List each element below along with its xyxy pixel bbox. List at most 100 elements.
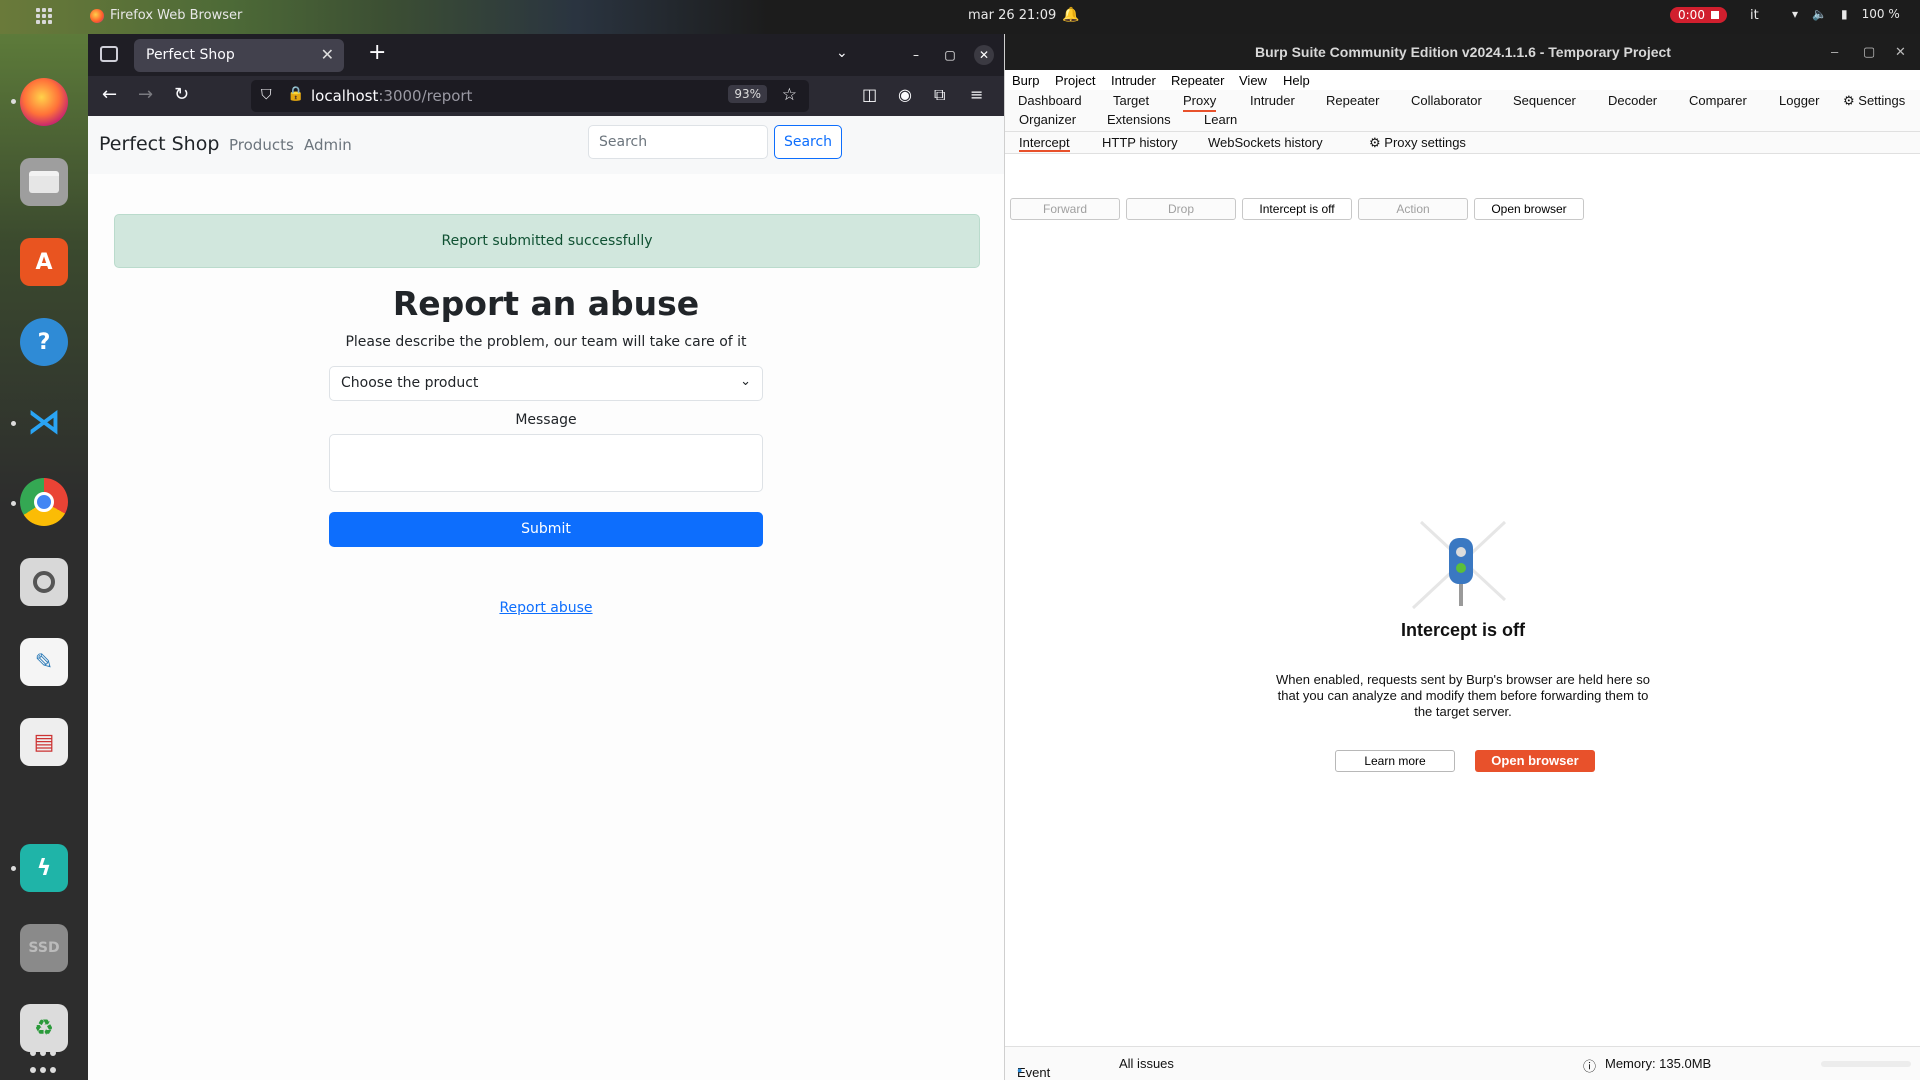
document-viewer-icon[interactable]: ▤: [20, 718, 68, 766]
nav-link-products[interactable]: Products: [229, 136, 294, 154]
burp-main-tabs: Dashboard Target Proxy Intruder Repeater…: [1005, 90, 1920, 132]
forward-icon[interactable]: →: [138, 84, 153, 105]
files-icon[interactable]: [20, 158, 68, 206]
open-browser-button[interactable]: Open browser: [1475, 750, 1595, 772]
site-brand[interactable]: Perfect Shop: [99, 133, 219, 155]
report-abuse-link[interactable]: Report abuse: [88, 600, 1004, 616]
intercept-description: When enabled, requests sent by Burp's br…: [1276, 672, 1650, 719]
subtab-websockets-history[interactable]: WebSockets history: [1208, 135, 1323, 150]
subtab-intercept[interactable]: Intercept: [1019, 135, 1070, 152]
minimize-icon[interactable]: –: [906, 45, 926, 65]
tab-organizer[interactable]: Organizer: [1019, 112, 1076, 127]
software-center-icon[interactable]: A: [20, 238, 68, 286]
chrome-icon[interactable]: [20, 478, 68, 526]
burp-maximize-icon[interactable]: ▢: [1863, 34, 1875, 70]
search-magnifier-icon[interactable]: [20, 558, 68, 606]
drop-button[interactable]: Drop: [1126, 198, 1236, 220]
tab-proxy[interactable]: Proxy: [1183, 93, 1217, 112]
clock[interactable]: mar 26 21:09: [968, 8, 1056, 23]
tab-repeater[interactable]: Repeater: [1326, 93, 1379, 108]
site-info-icon[interactable]: 🔒: [287, 86, 304, 102]
intercept-toggle-button[interactable]: Intercept is off: [1242, 198, 1352, 220]
intercept-status-title: Intercept is off: [1400, 620, 1525, 640]
tab-target[interactable]: Target: [1113, 93, 1149, 108]
dock: A ? ⋊ ✎ ▤ ϟ SSD ♻: [0, 34, 88, 1080]
firefox-view-icon[interactable]: [100, 46, 118, 62]
all-issues-link[interactable]: All issues: [1119, 1056, 1174, 1071]
url-bar[interactable]: ⛉ 🔒 localhost:3000/report 93% ☆: [251, 80, 809, 112]
browser-tab[interactable]: Perfect Shop ✕: [134, 39, 344, 72]
pocket-icon[interactable]: ◫: [862, 85, 877, 104]
show-apps-icon[interactable]: [30, 1050, 60, 1080]
new-tab-icon[interactable]: +: [368, 40, 386, 65]
burp-menu-bar: Burp Project Intruder Repeater View Help: [1005, 70, 1920, 90]
search-input[interactable]: Search: [588, 125, 768, 159]
proxy-settings-label: Proxy settings: [1384, 135, 1466, 150]
bookmark-star-icon[interactable]: ☆: [782, 85, 797, 105]
activities-grid-icon[interactable]: [36, 8, 52, 24]
open-browser-toolbar-button[interactable]: Open browser: [1474, 198, 1584, 220]
back-icon[interactable]: ←: [102, 84, 117, 105]
maximize-icon[interactable]: ▢: [940, 45, 960, 65]
close-tab-icon[interactable]: ✕: [321, 45, 334, 64]
text-editor-icon[interactable]: ✎: [20, 638, 68, 686]
subtab-http-history[interactable]: HTTP history: [1102, 135, 1178, 150]
tab-comparer[interactable]: Comparer: [1689, 93, 1747, 108]
product-select[interactable]: Choose the product ⌄: [329, 366, 763, 401]
burp-minimize-icon[interactable]: –: [1831, 34, 1838, 70]
site-navbar: Perfect Shop Products Admin Search Searc…: [88, 116, 1004, 174]
proxy-settings-button[interactable]: ⚙ Proxy settings: [1369, 135, 1466, 151]
disk-drive-icon[interactable]: SSD: [20, 924, 68, 972]
action-button[interactable]: Action: [1358, 198, 1468, 220]
gear-icon: ⚙: [1843, 93, 1855, 108]
gear-icon: ⚙: [1369, 135, 1381, 150]
nav-link-admin[interactable]: Admin: [304, 136, 352, 154]
message-label: Message: [515, 412, 577, 428]
message-textarea[interactable]: [329, 434, 763, 492]
search-button[interactable]: Search: [774, 125, 842, 159]
burp-launcher-icon[interactable]: ϟ: [20, 844, 68, 892]
extensions-icon[interactable]: ⧉: [934, 85, 945, 105]
reload-icon[interactable]: ↻: [174, 84, 189, 105]
tab-collaborator[interactable]: Collaborator: [1411, 93, 1482, 108]
menu-intruder[interactable]: Intruder: [1111, 73, 1156, 88]
proxy-subtabs: Intercept HTTP history WebSockets histor…: [1005, 132, 1920, 154]
tab-intruder[interactable]: Intruder: [1250, 93, 1295, 108]
active-app-menu[interactable]: Firefox Web Browser: [90, 8, 242, 23]
vscode-icon[interactable]: ⋊: [20, 398, 68, 446]
tab-extensions[interactable]: Extensions: [1107, 112, 1171, 127]
menu-burp[interactable]: Burp: [1012, 73, 1039, 88]
tab-title: Perfect Shop: [146, 47, 235, 63]
tab-dashboard[interactable]: Dashboard: [1018, 93, 1082, 108]
hamburger-menu-icon[interactable]: ≡: [970, 85, 983, 104]
trash-icon[interactable]: ♻: [20, 1004, 68, 1052]
tracking-shield-icon[interactable]: ⛉: [261, 87, 272, 103]
account-icon[interactable]: ◉: [898, 85, 912, 104]
close-window-icon[interactable]: ✕: [974, 45, 994, 65]
menu-help[interactable]: Help: [1283, 73, 1310, 88]
memory-info-icon[interactable]: ⓘ: [1583, 1056, 1596, 1075]
list-all-tabs-icon[interactable]: ⌄: [836, 45, 848, 61]
help-icon[interactable]: ?: [20, 318, 68, 366]
tab-logger[interactable]: Logger: [1779, 93, 1819, 108]
battery-level: 100 %: [1861, 7, 1900, 21]
running-indicator: [11, 99, 16, 104]
screen-record-indicator[interactable]: 0:00: [1670, 7, 1727, 23]
tab-decoder[interactable]: Decoder: [1608, 93, 1657, 108]
zoom-level[interactable]: 93%: [728, 85, 767, 103]
firefox-icon[interactable]: [20, 78, 68, 126]
tab-sequencer[interactable]: Sequencer: [1513, 93, 1576, 108]
submit-button[interactable]: Submit: [329, 512, 763, 547]
menu-repeater[interactable]: Repeater: [1171, 73, 1224, 88]
forward-button[interactable]: Forward: [1010, 198, 1120, 220]
notification-bell-icon[interactable]: 🔔: [1062, 7, 1079, 23]
system-tray[interactable]: ▾ 🔈 ▮ 100 %: [1792, 7, 1900, 21]
learn-more-button[interactable]: Learn more: [1335, 750, 1455, 772]
burp-close-icon[interactable]: ✕: [1895, 34, 1906, 70]
keyboard-language[interactable]: it: [1750, 8, 1759, 23]
url-text[interactable]: localhost:3000/report: [311, 87, 472, 105]
menu-view[interactable]: View: [1239, 73, 1267, 88]
settings-button[interactable]: ⚙ Settings: [1843, 93, 1905, 109]
tab-learn[interactable]: Learn: [1204, 112, 1237, 127]
menu-project[interactable]: Project: [1055, 73, 1095, 88]
